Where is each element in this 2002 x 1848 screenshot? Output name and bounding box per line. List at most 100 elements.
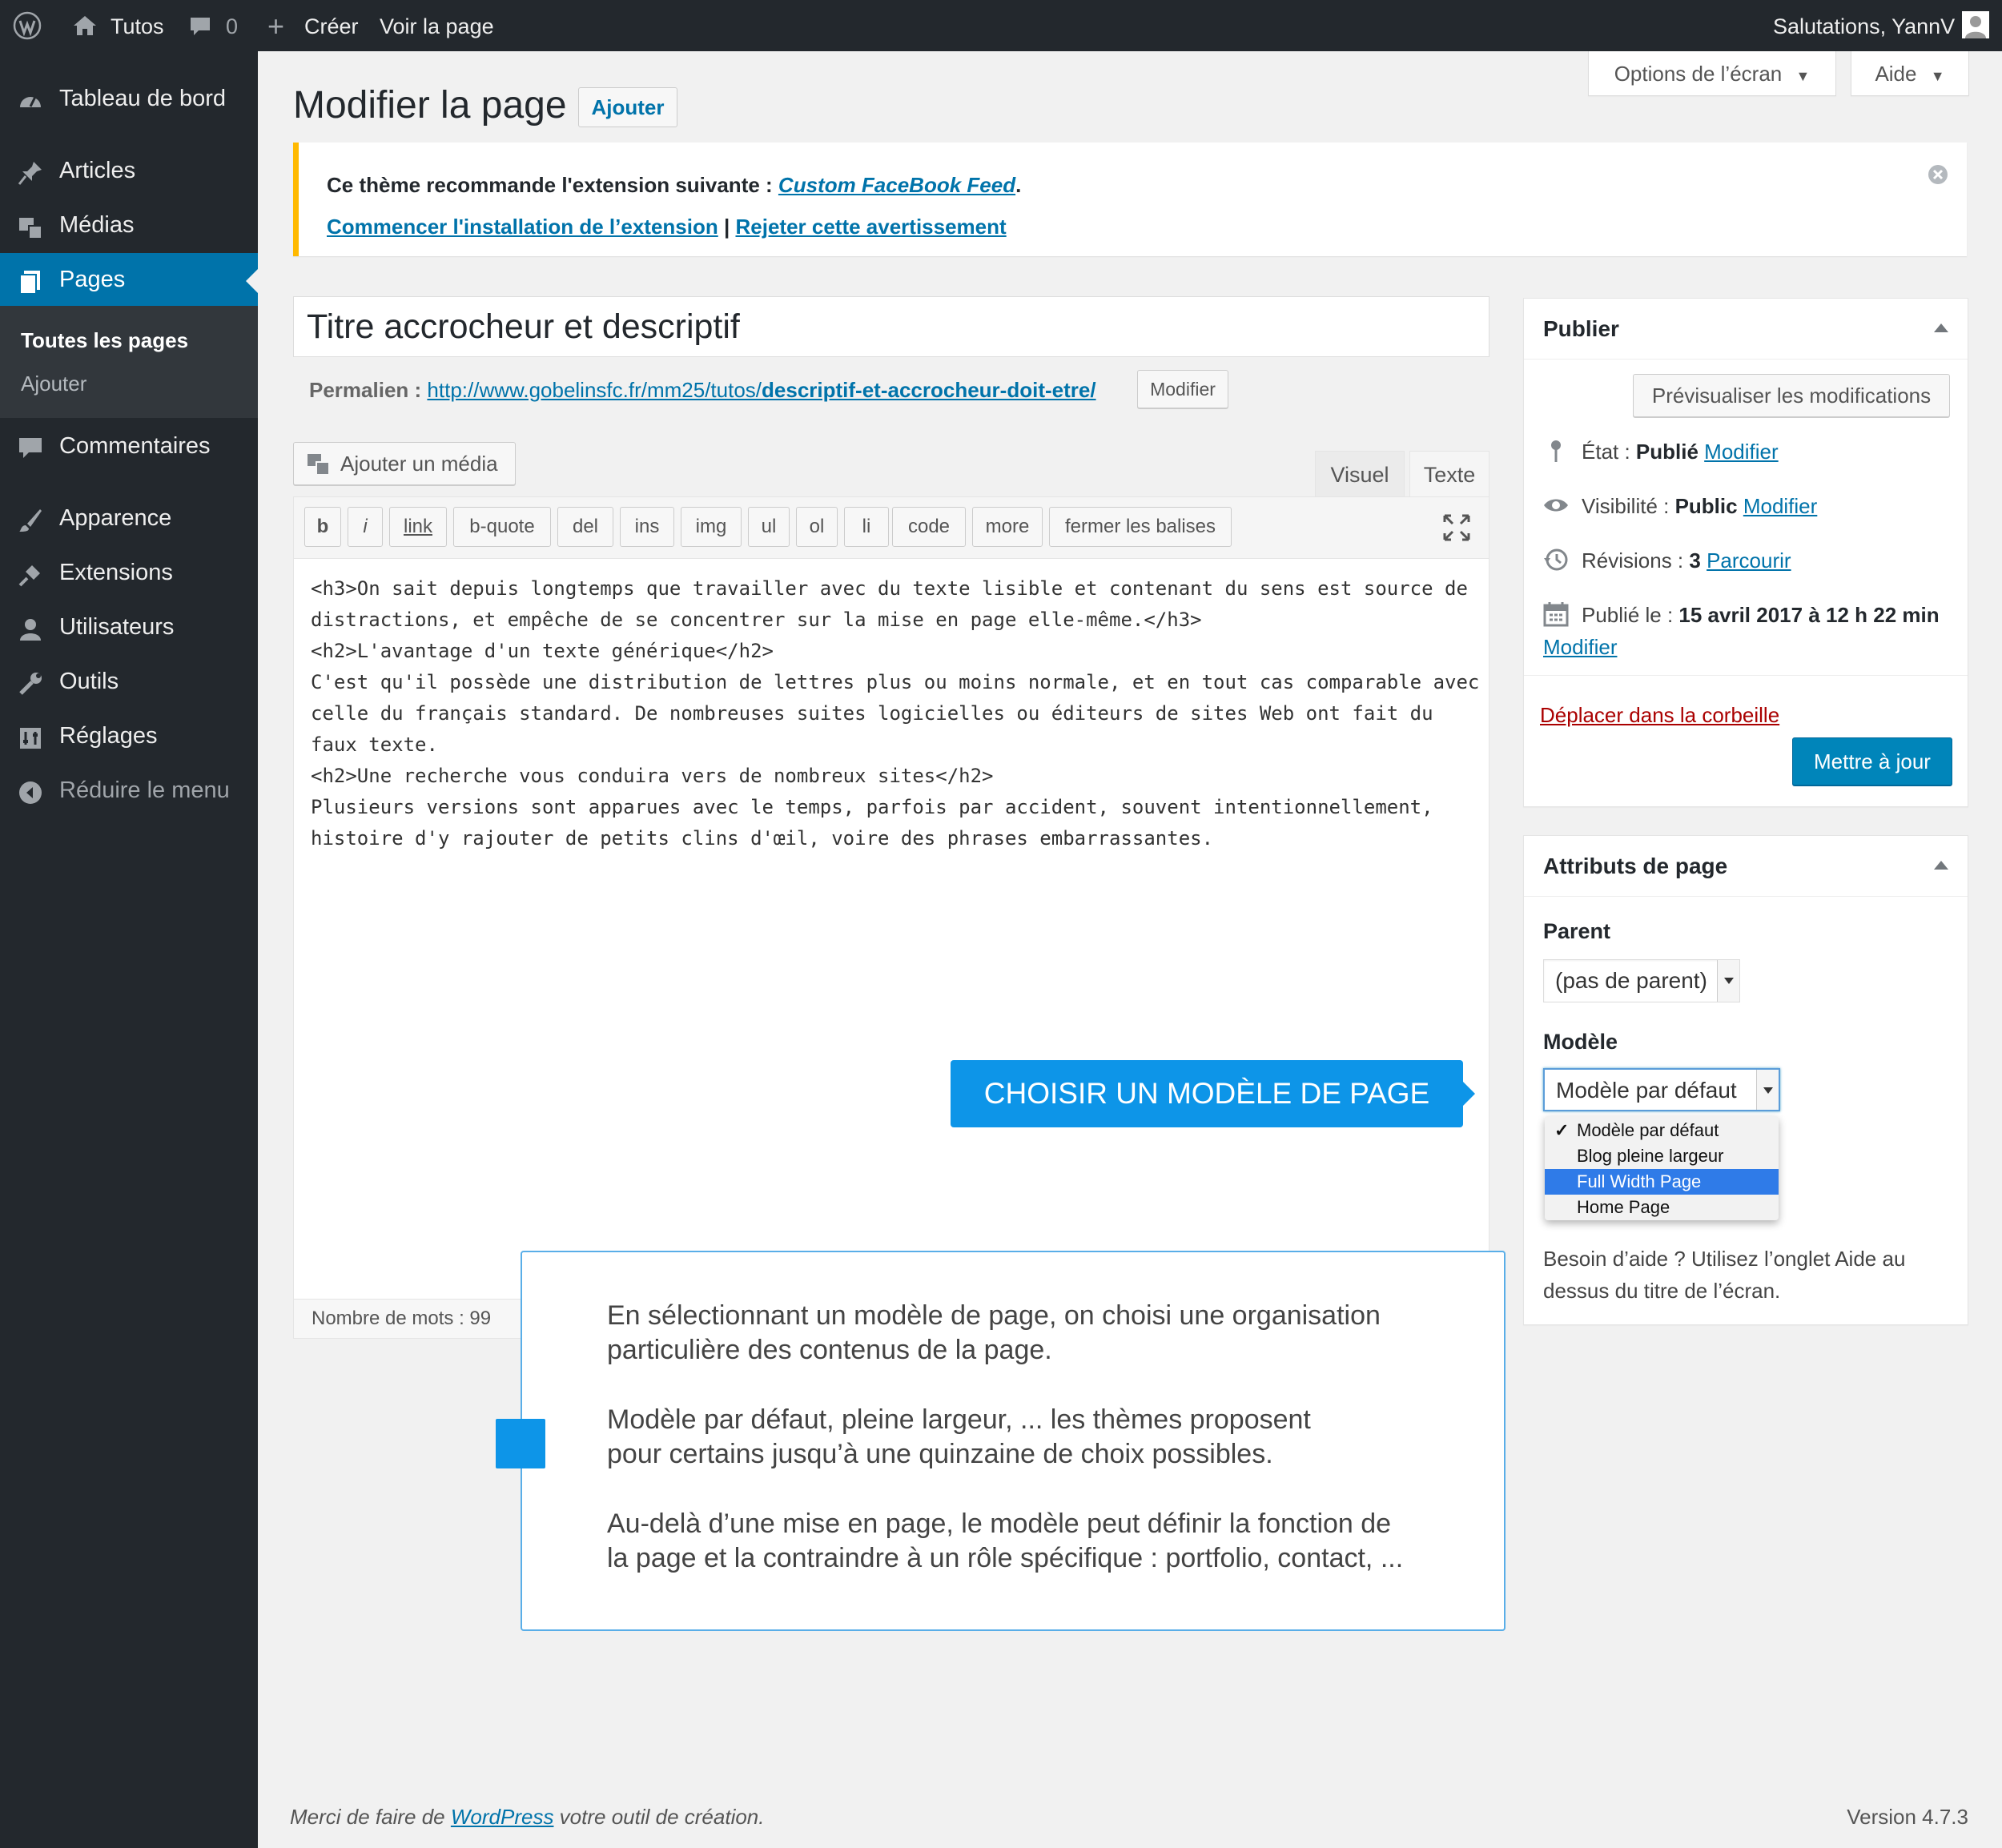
status-label: État :: [1582, 440, 1636, 464]
template-option-blog[interactable]: Blog pleine largeur: [1545, 1143, 1779, 1169]
dismiss-notice-link[interactable]: Rejeter cette avertissement: [735, 215, 1006, 239]
fullscreen-icon[interactable]: [1443, 514, 1470, 541]
home-icon[interactable]: [72, 14, 98, 37]
menu-label: Outils: [59, 669, 119, 694]
greeting[interactable]: Salutations, YannV: [1773, 0, 1955, 51]
qt-li-button[interactable]: li: [844, 507, 889, 547]
qt-close-tags-button[interactable]: fermer les balises: [1049, 507, 1232, 547]
publish-date-row: Publié le : 15 avril 2017 à 12 h 22 min: [1543, 602, 1940, 628]
qt-ol-button[interactable]: ol: [796, 507, 838, 547]
qt-del-button[interactable]: del: [557, 507, 613, 547]
visibility-label: Visibilité :: [1582, 494, 1675, 518]
info-text: Modèle par défaut, pleine largeur, ... l…: [607, 1404, 1311, 1435]
qt-ins-button[interactable]: ins: [620, 507, 674, 547]
page-attributes-title[interactable]: Attributs de page: [1524, 836, 1968, 897]
menu-item-comments[interactable]: Commentaires: [0, 420, 258, 474]
add-media-button[interactable]: Ajouter un média: [293, 442, 516, 485]
attributes-title: Attributs de page: [1543, 854, 1728, 878]
edit-date-link[interactable]: Modifier: [1543, 635, 1617, 659]
pin-icon: [18, 162, 42, 185]
publish-title: Publier: [1543, 316, 1619, 341]
editor-line: Plusieurs versions sont apparues avec le…: [311, 796, 1433, 818]
editor-line: <h2>Une recherche vous conduira vers de …: [311, 765, 994, 787]
qt-bold-button[interactable]: b: [304, 507, 341, 547]
menu-item-tools[interactable]: Outils: [0, 655, 258, 709]
preview-button[interactable]: Prévisualiser les modifications: [1633, 374, 1950, 417]
qt-code-button[interactable]: code: [892, 507, 966, 547]
qt-italic-button[interactable]: i: [348, 507, 383, 547]
template-select[interactable]: Modèle par défaut: [1543, 1068, 1780, 1111]
menu-item-dashboard[interactable]: Tableau de bord: [0, 72, 258, 127]
pin-icon: [1551, 440, 1561, 462]
menu-item-posts[interactable]: Articles: [0, 144, 258, 199]
menu-item-pages[interactable]: Pages: [0, 253, 258, 307]
tab-visual[interactable]: Visuel: [1315, 451, 1405, 497]
template-option-home[interactable]: Home Page: [1545, 1195, 1779, 1220]
help-button[interactable]: Aide ▼: [1851, 51, 1969, 96]
post-title-input[interactable]: Titre accrocheur et descriptif: [293, 296, 1489, 357]
wordpress-link[interactable]: WordPress: [451, 1805, 554, 1829]
add-new-button[interactable]: Ajouter: [578, 87, 677, 127]
menu-item-plugins[interactable]: Extensions: [0, 546, 258, 601]
site-name-link[interactable]: Tutos: [111, 0, 164, 51]
wordpress-logo-icon[interactable]: [13, 11, 42, 40]
comment-icon[interactable]: [189, 16, 211, 37]
calendar-icon: [1543, 602, 1569, 627]
permalink: Permalien : http://www.gobelinsfc.fr/mm2…: [309, 378, 1096, 403]
media-icon: [308, 454, 330, 476]
dashboard-icon: [20, 96, 41, 107]
view-page-link[interactable]: Voir la page: [380, 0, 494, 51]
permalink-base: http://www.gobelinsfc.fr/mm25/tutos/: [427, 378, 762, 402]
editor-line: faux texte.: [311, 733, 438, 756]
revisions-value: 3: [1689, 548, 1701, 572]
edit-permalink-button[interactable]: Modifier: [1137, 370, 1228, 408]
install-plugin-link[interactable]: Commencer l'installation de l’extension: [327, 215, 718, 239]
editor-textarea[interactable]: <h3>On sait depuis longtemps que travail…: [311, 573, 1480, 854]
menu-item-appearance[interactable]: Apparence: [0, 492, 258, 546]
notice-line-1: Ce thème recommande l'extension suivante…: [327, 173, 1021, 198]
menu-item-settings[interactable]: Réglages: [0, 709, 258, 764]
comments-count[interactable]: 0: [226, 0, 238, 51]
toggle-arrow-icon[interactable]: [1934, 861, 1948, 870]
tab-text[interactable]: Texte: [1409, 451, 1489, 497]
avatar[interactable]: [1962, 11, 1989, 38]
qt-img-button[interactable]: img: [681, 507, 742, 547]
screen-options-button[interactable]: Options de l’écran ▼: [1588, 51, 1836, 96]
info-text: la page et la contraindre à un rôle spéc…: [607, 1543, 1404, 1573]
publish-box-title[interactable]: Publier: [1524, 299, 1968, 360]
menu-item-users[interactable]: Utilisateurs: [0, 601, 258, 655]
qt-blockquote-button[interactable]: b-quote: [453, 507, 551, 547]
edit-visibility-link[interactable]: Modifier: [1743, 494, 1817, 518]
permalink-url[interactable]: http://www.gobelinsfc.fr/mm25/tutos/desc…: [427, 378, 1095, 402]
menu-item-media[interactable]: Médias: [0, 199, 258, 253]
info-box: En sélectionnant un modèle de page, on c…: [521, 1251, 1506, 1631]
submenu-all-pages[interactable]: Toutes les pages: [21, 328, 188, 353]
template-option-full-width[interactable]: Full Width Page: [1545, 1169, 1779, 1195]
browse-revisions-link[interactable]: Parcourir: [1707, 548, 1791, 572]
submenu-add-new[interactable]: Ajouter: [21, 372, 86, 396]
edit-date-row: Modifier: [1543, 635, 1617, 660]
template-dropdown-list: ✓ Modèle par défaut Blog pleine largeur …: [1545, 1116, 1779, 1220]
appearance-icon: [19, 509, 42, 532]
qt-ul-button[interactable]: ul: [748, 507, 790, 547]
close-icon[interactable]: [1927, 163, 1949, 186]
eye-icon: [1544, 499, 1568, 512]
callout-label: CHOISIR UN MODÈLE DE PAGE: [951, 1060, 1475, 1127]
plus-icon[interactable]: +: [267, 0, 284, 51]
new-content-link[interactable]: Créer: [304, 0, 359, 51]
qt-more-button[interactable]: more: [972, 507, 1043, 547]
toggle-arrow-icon[interactable]: [1934, 323, 1948, 332]
parent-select[interactable]: (pas de parent): [1543, 959, 1740, 1002]
menu-label: Utilisateurs: [59, 614, 175, 640]
update-button[interactable]: Mettre à jour: [1792, 737, 1952, 785]
plugin-link[interactable]: Custom FaceBook Feed: [778, 173, 1015, 197]
edit-status-link[interactable]: Modifier: [1704, 440, 1778, 464]
template-option-default[interactable]: ✓ Modèle par défaut: [1545, 1118, 1779, 1143]
status-value: Publié: [1635, 440, 1698, 464]
pages-submenu: Toutes les pages Ajouter: [0, 306, 258, 418]
menu-collapse[interactable]: Réduire le menu: [0, 764, 258, 818]
editor-line: C'est qu'il possède une distribution de …: [311, 671, 1480, 693]
move-to-trash-link[interactable]: Déplacer dans la corbeille: [1540, 703, 1779, 728]
editor-line: distractions, et empêche de se concentre…: [311, 609, 1202, 631]
qt-link-button[interactable]: link: [389, 507, 447, 547]
